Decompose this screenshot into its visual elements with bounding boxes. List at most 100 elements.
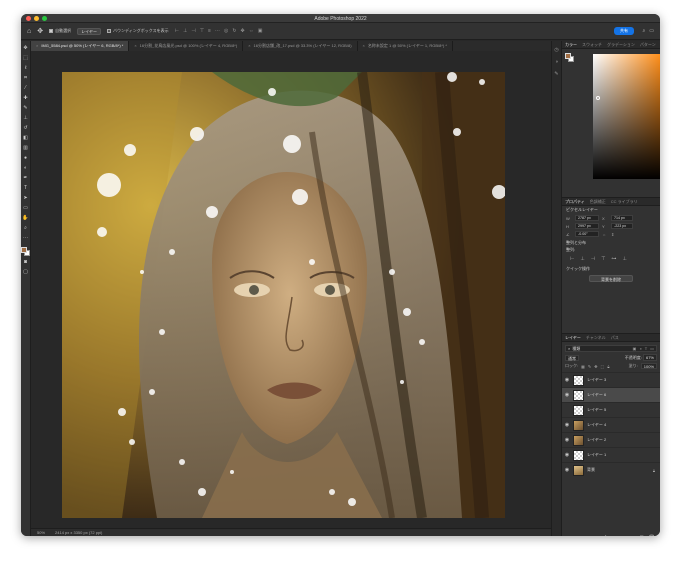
lock-all-icon[interactable]: 🔒︎ [607, 364, 609, 369]
eye-icon[interactable]: ◉ [564, 452, 570, 458]
move-tool-icon[interactable]: ✥ [22, 45, 30, 52]
move-tool-icon[interactable]: ✥ [37, 28, 43, 35]
doc-tab[interactable]: × IMG_5584.psd @ 50% (レイヤー 6, RGB/8*) * [31, 41, 130, 51]
rotate-icon[interactable]: ↻ [232, 28, 236, 34]
eraser-tool-icon[interactable]: ◧ [22, 135, 30, 142]
new-layer-icon[interactable]: ⊞ [639, 535, 643, 536]
color-swatches-mini[interactable] [565, 53, 574, 62]
share-button[interactable]: 共有 [614, 27, 634, 35]
flip-h-icon[interactable]: ⇔ [602, 232, 608, 237]
align-right-icon[interactable]: ⊣ [191, 28, 195, 34]
link-icon[interactable]: ∞ [596, 535, 600, 536]
tab-cc-libraries[interactable]: CC ライブラリ [611, 199, 638, 205]
eye-icon[interactable]: ◉ [564, 422, 570, 428]
more-options-icon[interactable]: ··· [215, 28, 220, 34]
quick-mask-icon[interactable]: ◙ [22, 259, 30, 266]
layer-row-background[interactable]: ◉ 背景 🔒︎ [562, 462, 660, 477]
brush-tool-icon[interactable]: ✎ [22, 105, 30, 112]
type-filter-icon[interactable]: T [645, 346, 647, 351]
lock-position-icon[interactable]: ✥ [594, 364, 597, 369]
align-top-icon[interactable]: ⊤ [601, 256, 605, 262]
width-field[interactable]: 2787 px [575, 215, 599, 221]
tab-channels[interactable]: チャンネル [586, 335, 606, 341]
layer-row[interactable]: ◉ レイヤー 2 [562, 432, 660, 447]
eyedropper-tool-icon[interactable]: ⁄ [22, 85, 30, 92]
align-top-icon[interactable]: ⊤ [200, 28, 204, 34]
adjustment-layer-icon[interactable]: ◑ [622, 535, 625, 536]
x-field[interactable]: 714 px [611, 215, 633, 221]
fill-field[interactable]: 100% [640, 363, 657, 369]
eye-icon[interactable]: ◉ [564, 467, 570, 473]
tab-color[interactable]: カラー [565, 42, 577, 48]
pixel-filter-icon[interactable]: ▣ [633, 346, 637, 351]
camera-icon[interactable]: ▣ [258, 28, 263, 34]
foreground-color-swatch[interactable] [565, 53, 571, 59]
tab-paths[interactable]: パス [611, 335, 619, 341]
tab-gradients[interactable]: グラデーション [607, 42, 635, 48]
more-tools-icon[interactable]: ··· [22, 235, 30, 242]
flip-v-icon[interactable]: ⇕ [611, 232, 633, 237]
adjust-filter-icon[interactable]: ◑ [639, 346, 641, 351]
gradient-tool-icon[interactable]: ▥ [22, 145, 30, 152]
tab-close-icon[interactable]: × [248, 41, 250, 51]
doc-tab[interactable]: × 名称未設定 1 @ 50% (レイヤー 1, RGB/8*) * [358, 41, 453, 51]
zoom-tool-icon[interactable]: ⌕ [22, 225, 30, 232]
canvas-area[interactable] [31, 51, 551, 528]
dodge-tool-icon[interactable]: ◐ [22, 165, 30, 172]
screen-mode-icon[interactable]: ▢ [22, 269, 30, 276]
tab-close-icon[interactable]: × [36, 41, 38, 51]
distribute-icon[interactable]: ≡ [208, 28, 211, 34]
align-left-icon[interactable]: ⊢ [570, 256, 574, 262]
marquee-tool-icon[interactable]: ⬚ [22, 55, 30, 62]
color-swatches[interactable] [21, 247, 30, 256]
home-icon[interactable]: ⌂ [27, 28, 31, 35]
color-picker-cursor[interactable] [596, 96, 600, 100]
align-left-icon[interactable]: ⊢ [175, 28, 179, 34]
align-hcenter-icon[interactable]: ⊥ [580, 256, 584, 262]
doc-tab[interactable]: × 16分割_花鳥店風光.psd @ 100% (レイヤー 4, RGB/8*) [129, 41, 244, 51]
checkbox-box[interactable] [49, 29, 54, 33]
lasso-tool-icon[interactable]: ℓ [22, 65, 30, 72]
lock-artboard-icon[interactable]: ⬚ [601, 364, 605, 369]
align-center-icon[interactable]: ⊥ [183, 28, 187, 34]
tab-layers[interactable]: レイヤー [565, 335, 581, 341]
doc-tab[interactable]: × 16分割店舗_改_17.psd @ 33.3% (レイヤー 12, RGB/8… [243, 41, 358, 51]
eye-icon[interactable]: ◉ [564, 392, 570, 398]
layer-select-dropdown[interactable]: レイヤー [77, 27, 101, 35]
checkbox-box[interactable] [107, 29, 111, 33]
3d-mode-icon[interactable]: ◎ [224, 28, 228, 34]
tab-adjustments[interactable]: 色調補正 [590, 199, 606, 205]
tab-patterns[interactable]: パターン [640, 42, 656, 48]
align-section-heading[interactable]: 整列と分布 [562, 239, 660, 246]
auto-select-checkbox[interactable]: 自動選択 [49, 28, 71, 34]
tab-close-icon[interactable]: × [363, 41, 365, 51]
layer-row-selected[interactable]: ◉ レイヤー 6 [562, 387, 660, 402]
layer-filter[interactable]: ⌕ 種類 ▣ ◑ T ▭ [565, 345, 657, 352]
mask-icon[interactable]: ◘ [614, 535, 617, 536]
color-picker-field[interactable] [593, 54, 660, 179]
history-brush-icon[interactable]: ↺ [22, 125, 30, 132]
remove-background-button[interactable]: 背景を削除 [589, 275, 633, 282]
pan-icon[interactable]: ✥ [241, 28, 245, 34]
type-tool-icon[interactable]: T [22, 185, 30, 192]
eye-icon[interactable]: ◉ [564, 437, 570, 443]
bbox-checkbox[interactable]: バウンディングボックスを表示 [107, 28, 169, 34]
brush-settings-icon[interactable]: ✎ [554, 71, 558, 77]
y-field[interactable]: -223 px [611, 223, 633, 229]
path-select-icon[interactable]: ➤ [22, 195, 30, 202]
crop-tool-icon[interactable]: ⌗ [22, 75, 30, 82]
lock-transparency-icon[interactable]: ▦ [581, 364, 585, 369]
shape-tool-icon[interactable]: ▭ [22, 205, 30, 212]
workspace-icon[interactable]: ▭ [649, 28, 654, 34]
align-bottom-icon[interactable]: ⊥ [622, 256, 626, 262]
fx-icon[interactable]: fx [605, 535, 609, 536]
search-icon[interactable]: ⌕ [642, 28, 645, 34]
group-icon[interactable]: ▭ [630, 535, 635, 536]
blend-mode-select[interactable]: 通常 [565, 355, 579, 361]
filter-kind[interactable]: 種類 [572, 346, 580, 352]
blur-tool-icon[interactable]: ● [22, 155, 30, 162]
adjust-icon[interactable]: ◑ [555, 59, 558, 65]
shape-filter-icon[interactable]: ▭ [650, 346, 654, 351]
align-right-icon[interactable]: ⊣ [591, 256, 595, 262]
angle-field[interactable]: -0.00° [575, 231, 599, 237]
